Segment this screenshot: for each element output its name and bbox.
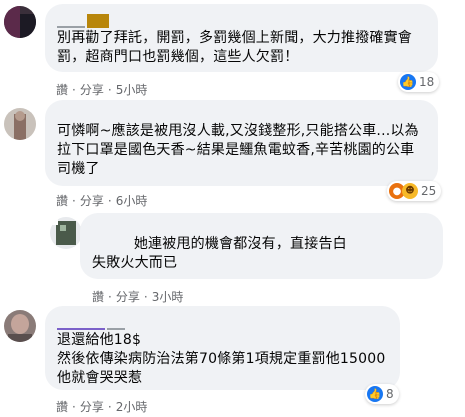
- separator: ·: [107, 82, 112, 97]
- reaction-summary[interactable]: 👍 8: [365, 384, 399, 404]
- comment-text: 退還給他18$ 然後依傳染病防治法第70條第1項規定重罰他15000 他就會哭哭…: [57, 332, 386, 386]
- reaction-count: 18: [419, 75, 435, 89]
- avatar[interactable]: [4, 6, 36, 38]
- like-icon: 👍: [367, 386, 383, 402]
- reaction-count: 25: [421, 184, 437, 198]
- separator: ·: [72, 193, 76, 208]
- separator: ·: [72, 399, 76, 414]
- name-redaction: [87, 14, 109, 28]
- share-button[interactable]: 分享: [80, 192, 104, 209]
- comment-text: 她連被甩的機會都沒有，直接告白 失敗火大而已: [92, 236, 347, 271]
- reaction-summary[interactable]: ● ☻ 25: [387, 181, 442, 201]
- comment-actions: 讚 · 分享 · 5小時: [56, 81, 147, 98]
- like-button[interactable]: 讚: [56, 81, 68, 98]
- separator: ·: [107, 193, 112, 208]
- separator: ·: [108, 289, 112, 304]
- comment-bubble: 可憐啊~應該是被甩沒人載,又沒錢整形,只能搭公車...以為 拉下口罩是國色天香~…: [45, 100, 438, 186]
- name-redaction: [57, 328, 105, 330]
- separator: ·: [72, 82, 76, 97]
- name-redaction: [107, 328, 125, 330]
- comment-text: 可憐啊~應該是被甩沒人載,又沒錢整形,只能搭公車...以為 拉下口罩是國色天香~…: [57, 123, 419, 177]
- reaction-summary[interactable]: 👍 18: [398, 72, 440, 92]
- reaction-count: 8: [386, 387, 394, 401]
- commenter-name[interactable]: [57, 12, 426, 28]
- comment-bubble: 她連被甩的機會都沒有，直接告白 失敗火大而已: [80, 213, 443, 279]
- haha-icon: ☻: [402, 183, 418, 199]
- separator: ·: [143, 289, 148, 304]
- comment-text: 別再勸了拜託，開罰，多罰幾個上新聞，大力推撥確實會 罰，超商門口也罰幾個，這些人…: [57, 30, 412, 65]
- avatar[interactable]: [50, 217, 82, 249]
- timestamp[interactable]: 3小時: [152, 288, 184, 305]
- share-button[interactable]: 分享: [116, 288, 140, 305]
- name-redaction: [57, 26, 85, 28]
- separator: ·: [107, 399, 112, 414]
- share-button[interactable]: 分享: [80, 398, 104, 415]
- comment-actions: 讚 · 分享 · 6小時: [56, 192, 147, 209]
- timestamp[interactable]: 5小時: [116, 81, 148, 98]
- timestamp[interactable]: 2小時: [116, 398, 148, 415]
- comment-actions: 讚 · 分享 · 3小時: [92, 288, 183, 305]
- avatar[interactable]: [4, 310, 36, 342]
- share-button[interactable]: 分享: [80, 81, 104, 98]
- comment-bubble: 別再勸了拜託，開罰，多罰幾個上新聞，大力推撥確實會 罰，超商門口也罰幾個，這些人…: [45, 4, 438, 72]
- like-button[interactable]: 讚: [56, 398, 68, 415]
- like-icon: 👍: [400, 74, 416, 90]
- like-button[interactable]: 讚: [92, 288, 104, 305]
- timestamp[interactable]: 6小時: [116, 192, 148, 209]
- commenter-name[interactable]: [57, 314, 388, 330]
- comment-bubble: 退還給他18$ 然後依傳染病防治法第70條第1項規定重罰他15000 他就會哭哭…: [45, 306, 400, 390]
- like-button[interactable]: 讚: [56, 192, 68, 209]
- avatar[interactable]: [4, 108, 36, 140]
- comment-actions: 讚 · 分享 · 2小時: [56, 398, 147, 415]
